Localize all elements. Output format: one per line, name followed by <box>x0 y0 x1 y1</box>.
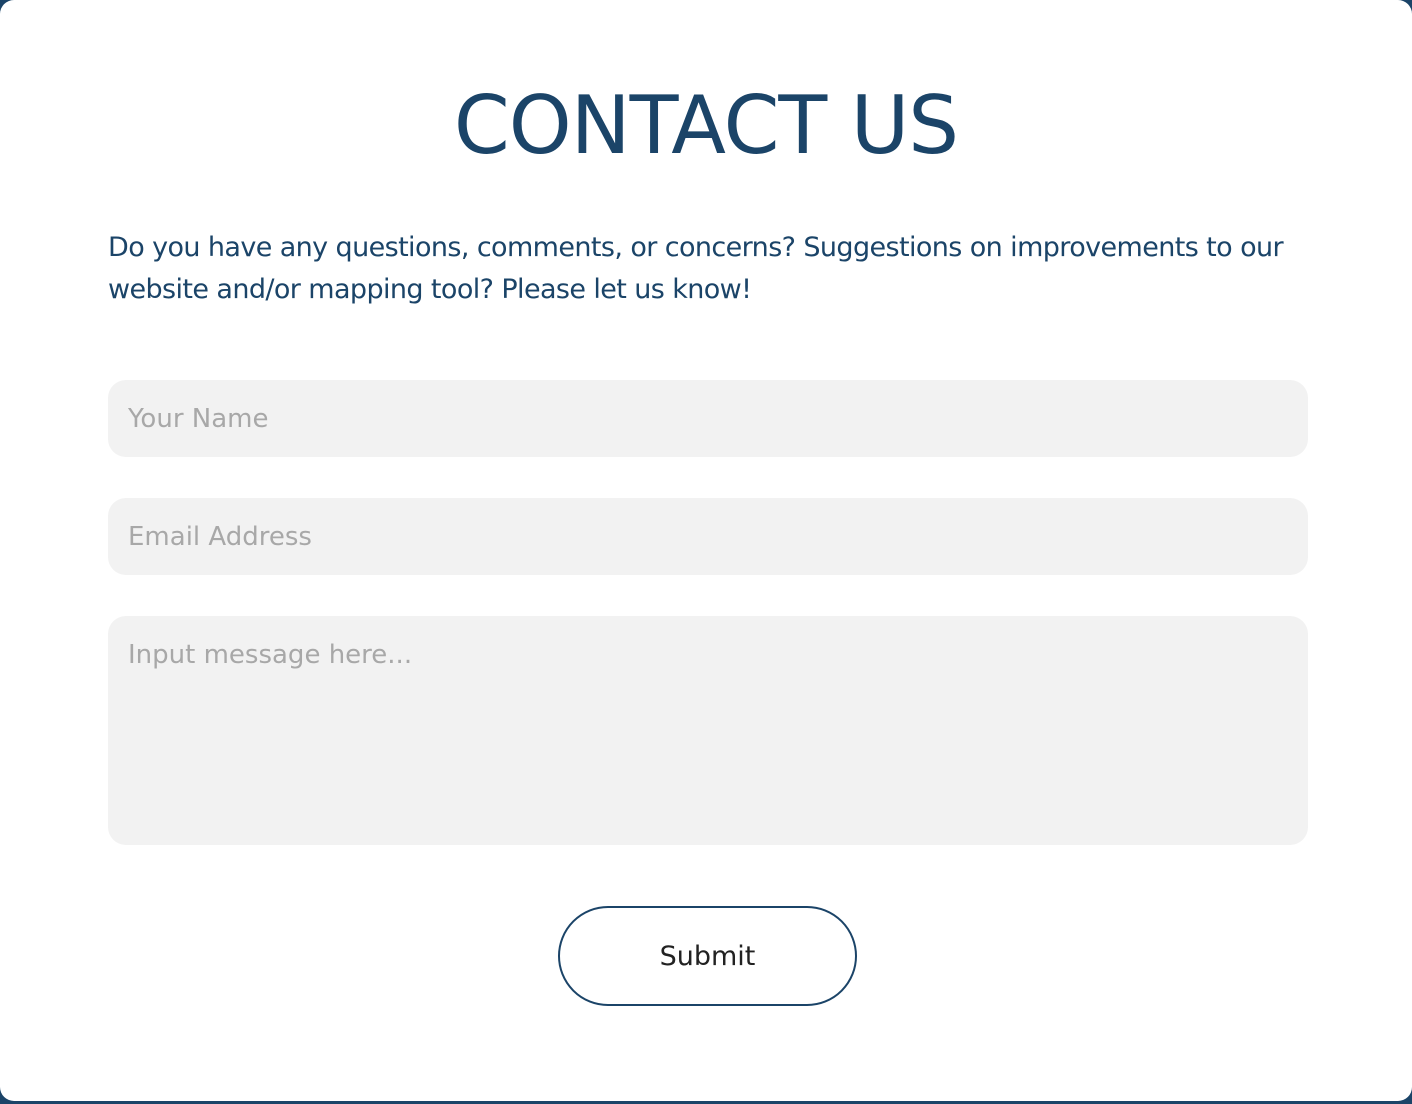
page-title: CONTACT US <box>453 79 959 172</box>
name-input[interactable] <box>108 380 1308 457</box>
submit-button[interactable]: Submit <box>558 906 857 1006</box>
message-textarea[interactable] <box>108 616 1308 845</box>
intro-text: Do you have any questions, comments, or … <box>108 232 1284 305</box>
contact-card: CONTACT US Do you have any questions, co… <box>0 0 1412 1101</box>
email-input[interactable] <box>108 498 1308 575</box>
